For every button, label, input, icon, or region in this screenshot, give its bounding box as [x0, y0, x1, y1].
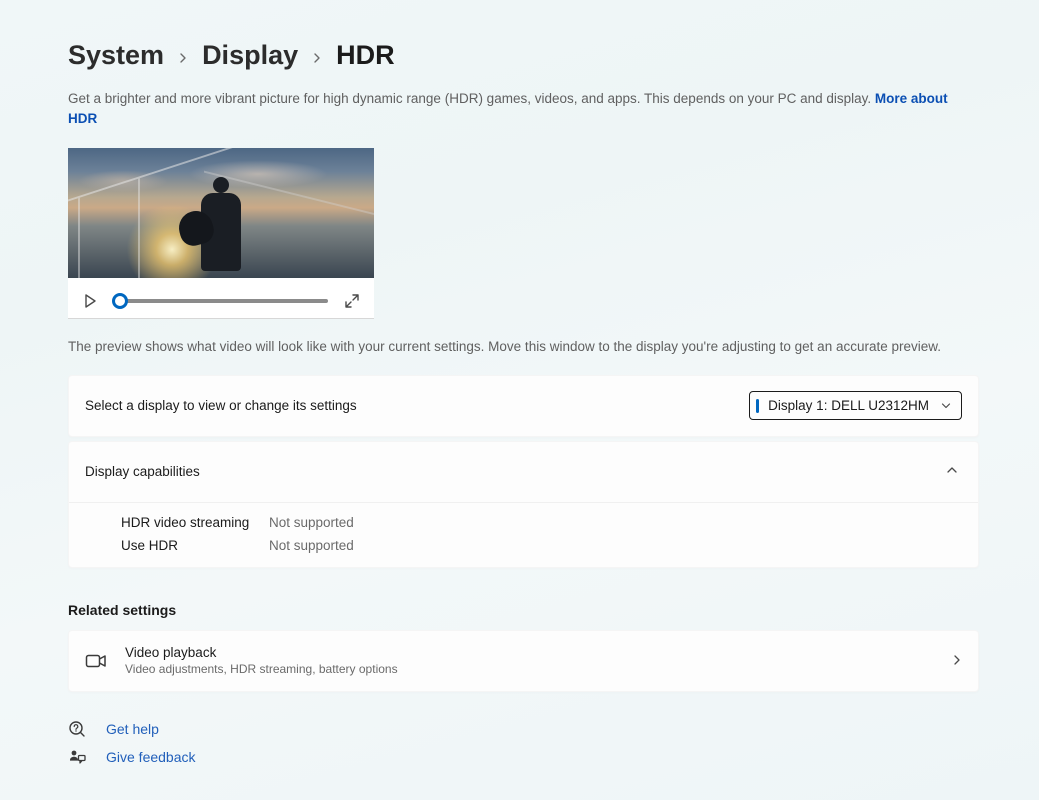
preview-caption: The preview shows what video will look l…: [68, 337, 979, 357]
display-dropdown-value: Display 1: DELL U2312HM: [760, 398, 929, 413]
capability-value: Not supported: [269, 538, 962, 553]
video-camera-icon: [85, 652, 107, 670]
hdr-preview: [68, 148, 374, 319]
breadcrumb-display[interactable]: Display: [202, 40, 298, 71]
play-icon[interactable]: [82, 293, 98, 309]
video-playback-setting[interactable]: Video playback Video adjustments, HDR st…: [69, 631, 978, 691]
related-item-title: Video playback: [125, 645, 398, 660]
brightness-slider[interactable]: [114, 292, 328, 310]
breadcrumb: System Display HDR: [68, 40, 979, 71]
get-help-link[interactable]: Get help: [68, 720, 979, 738]
related-item-subtitle: Video adjustments, HDR streaming, batter…: [125, 662, 398, 676]
display-selector-row: Select a display to view or change its s…: [69, 376, 978, 436]
display-capabilities-body: HDR video streaming Not supported Use HD…: [69, 502, 978, 567]
related-settings-header: Related settings: [68, 602, 979, 618]
display-capabilities-header[interactable]: Display capabilities: [69, 442, 978, 502]
give-feedback-link[interactable]: Give feedback: [68, 748, 979, 766]
capability-value: Not supported: [269, 515, 962, 530]
feedback-icon: [68, 748, 86, 766]
capability-key: Use HDR: [121, 538, 269, 553]
display-dropdown[interactable]: Display 1: DELL U2312HM: [749, 391, 962, 420]
preview-video-thumbnail[interactable]: [68, 148, 374, 278]
slider-thumb[interactable]: [112, 293, 128, 309]
give-feedback-label: Give feedback: [106, 749, 196, 765]
breadcrumb-current: HDR: [336, 40, 395, 71]
description-text: Get a brighter and more vibrant picture …: [68, 91, 875, 106]
fullscreen-icon[interactable]: [344, 293, 360, 309]
help-icon: [68, 720, 86, 738]
breadcrumb-system[interactable]: System: [68, 40, 164, 71]
chevron-right-icon: [312, 47, 322, 68]
display-selector-label: Select a display to view or change its s…: [85, 398, 357, 413]
chevron-right-icon: [178, 47, 188, 68]
capability-key: HDR video streaming: [121, 515, 269, 530]
chevron-right-icon: [952, 652, 962, 670]
chevron-down-icon: [941, 398, 951, 413]
chevron-up-icon[interactable]: [942, 459, 962, 485]
get-help-label: Get help: [106, 721, 159, 737]
display-capabilities-label: Display capabilities: [85, 464, 200, 479]
page-description: Get a brighter and more vibrant picture …: [68, 89, 979, 130]
